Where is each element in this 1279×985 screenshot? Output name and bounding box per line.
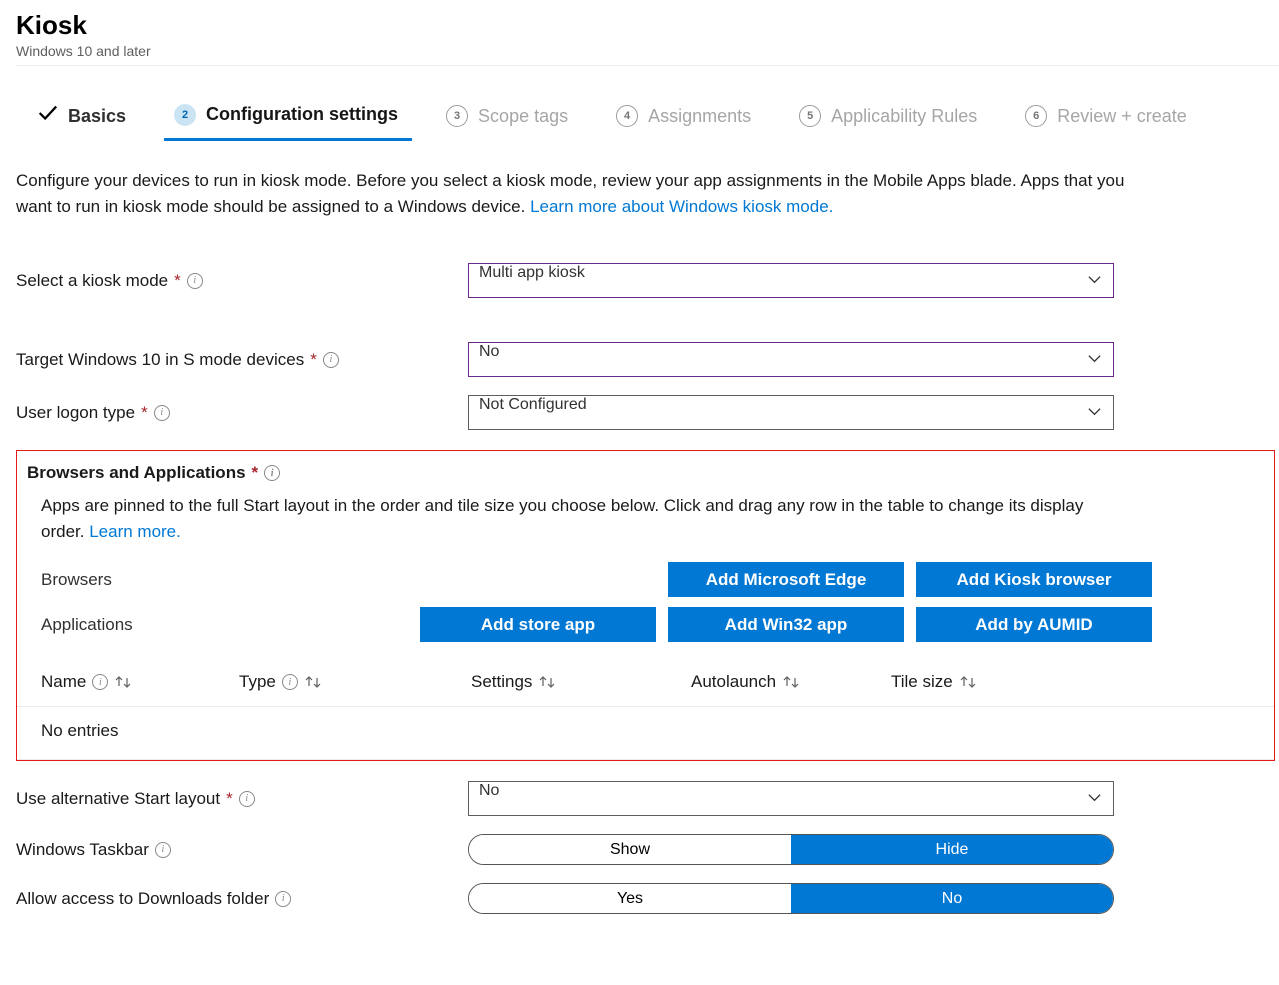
column-header-settings[interactable]: Settings <box>471 672 691 692</box>
info-icon[interactable] <box>282 674 298 690</box>
required-indicator: * <box>252 463 259 483</box>
step-number-badge: 5 <box>799 105 821 127</box>
alt-start-layout-select[interactable]: No <box>468 781 1114 816</box>
sort-icon[interactable] <box>959 675 977 689</box>
logon-type-select[interactable]: Not Configured <box>468 395 1114 430</box>
add-kiosk-browser-button[interactable]: Add Kiosk browser <box>916 562 1152 597</box>
tab-configuration-settings[interactable]: 2 Configuration settings <box>164 96 412 141</box>
required-indicator: * <box>141 403 148 423</box>
browsers-row-label: Browsers <box>41 570 377 590</box>
info-icon[interactable] <box>264 465 280 481</box>
page-title: Kiosk <box>16 10 1279 41</box>
required-indicator: * <box>174 271 181 291</box>
add-win32-app-button[interactable]: Add Win32 app <box>668 607 904 642</box>
taskbar-toggle-show[interactable]: Show <box>469 835 791 864</box>
required-indicator: * <box>226 789 233 809</box>
smode-label: Target Windows 10 in S mode devices * <box>16 350 468 370</box>
column-header-type[interactable]: Type <box>239 672 471 692</box>
logon-type-label: User logon type * <box>16 403 468 423</box>
wizard-tabs: Basics 2 Configuration settings 3 Scope … <box>16 94 1279 142</box>
step-number-badge: 2 <box>174 104 196 126</box>
tab-label: Scope tags <box>478 106 568 127</box>
column-header-tile-size[interactable]: Tile size <box>891 672 1071 692</box>
header-divider <box>16 65 1279 66</box>
apps-table-header: Name Type Settings Autolaunch Tile size <box>17 662 1274 707</box>
step-number-badge: 3 <box>446 105 468 127</box>
page-subtitle: Windows 10 and later <box>16 43 1279 59</box>
tab-basics[interactable]: Basics <box>26 94 140 142</box>
downloads-label: Allow access to Downloads folder <box>16 889 468 909</box>
taskbar-toggle-hide[interactable]: Hide <box>791 835 1113 864</box>
sort-icon[interactable] <box>782 675 800 689</box>
section-title: Browsers and Applications * <box>17 463 1274 483</box>
tab-label: Applicability Rules <box>831 106 977 127</box>
info-icon[interactable] <box>154 405 170 421</box>
smode-select[interactable]: No <box>468 342 1114 377</box>
tab-label: Assignments <box>648 106 751 127</box>
downloads-toggle-no[interactable]: No <box>791 884 1113 913</box>
add-by-aumid-button[interactable]: Add by AUMID <box>916 607 1152 642</box>
add-microsoft-edge-button[interactable]: Add Microsoft Edge <box>668 562 904 597</box>
browsers-applications-section: Browsers and Applications * Apps are pin… <box>16 450 1275 761</box>
tab-review-create[interactable]: 6 Review + create <box>1015 97 1201 139</box>
check-icon <box>36 102 58 130</box>
info-icon[interactable] <box>92 674 108 690</box>
downloads-toggle[interactable]: Yes No <box>468 883 1114 914</box>
intro-text: Configure your devices to run in kiosk m… <box>16 168 1136 219</box>
column-header-autolaunch[interactable]: Autolaunch <box>691 672 891 692</box>
add-store-app-button[interactable]: Add store app <box>420 607 656 642</box>
section-description: Apps are pinned to the full Start layout… <box>17 493 1117 544</box>
downloads-toggle-yes[interactable]: Yes <box>469 884 791 913</box>
tab-label: Configuration settings <box>206 104 398 125</box>
sort-icon[interactable] <box>538 675 556 689</box>
required-indicator: * <box>310 350 317 370</box>
step-number-badge: 6 <box>1025 105 1047 127</box>
tab-label: Basics <box>68 106 126 127</box>
tab-label: Review + create <box>1057 106 1187 127</box>
info-icon[interactable] <box>275 891 291 907</box>
sort-icon[interactable] <box>304 675 322 689</box>
tab-applicability-rules[interactable]: 5 Applicability Rules <box>789 97 991 139</box>
taskbar-label: Windows Taskbar <box>16 840 468 860</box>
step-number-badge: 4 <box>616 105 638 127</box>
taskbar-toggle[interactable]: Show Hide <box>468 834 1114 865</box>
learn-more-kiosk-link[interactable]: Learn more about Windows kiosk mode. <box>530 197 833 216</box>
info-icon[interactable] <box>187 273 203 289</box>
applications-row-label: Applications <box>41 615 377 635</box>
tab-scope-tags[interactable]: 3 Scope tags <box>436 97 582 139</box>
sort-icon[interactable] <box>114 675 132 689</box>
column-header-name[interactable]: Name <box>41 672 239 692</box>
info-icon[interactable] <box>239 791 255 807</box>
info-icon[interactable] <box>323 352 339 368</box>
table-empty-message: No entries <box>17 707 1274 760</box>
info-icon[interactable] <box>155 842 171 858</box>
kiosk-mode-label: Select a kiosk mode * <box>16 271 468 291</box>
kiosk-mode-select[interactable]: Multi app kiosk <box>468 263 1114 298</box>
tab-assignments[interactable]: 4 Assignments <box>606 97 765 139</box>
alt-start-layout-label: Use alternative Start layout * <box>16 789 468 809</box>
learn-more-apps-link[interactable]: Learn more. <box>89 522 181 541</box>
